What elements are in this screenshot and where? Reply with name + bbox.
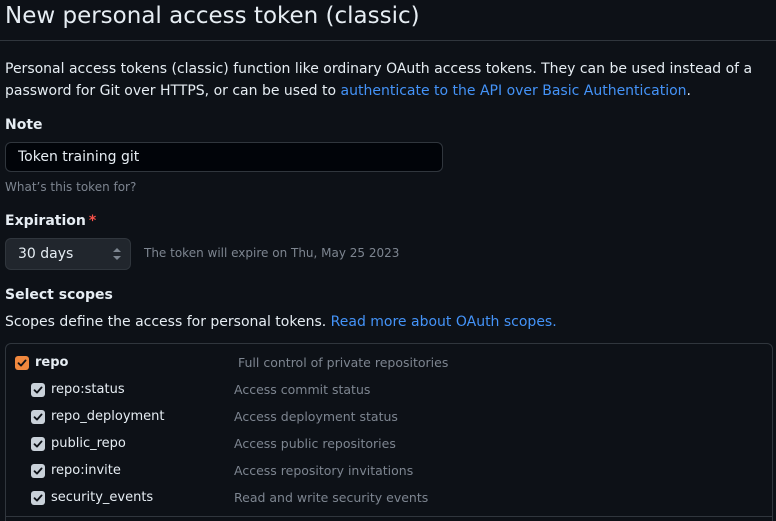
checkbox-icon[interactable] (31, 410, 45, 424)
scope-row-public-repo[interactable]: public_repo Access public repositories (31, 434, 771, 454)
expiration-label: Expiration * (5, 213, 96, 229)
expiration-label-text: Expiration (5, 213, 86, 229)
basic-auth-link[interactable]: authenticate to the API over Basic Authe… (341, 83, 687, 99)
checkbox-icon[interactable] (31, 491, 45, 505)
scope-name: public_repo (51, 436, 126, 451)
scope-row-repo[interactable]: repo Full control of private repositorie… (15, 353, 755, 373)
scope-row-repo-deployment[interactable]: repo_deployment Access deployment status (31, 407, 771, 427)
token-form-page: New personal access token (classic) Pers… (0, 0, 776, 521)
note-hint: What’s this token for? (5, 180, 137, 194)
expiration-select[interactable]: 30 days (5, 238, 131, 270)
scopes-description-text: Scopes define the access for personal to… (5, 314, 331, 330)
scope-group-divider (6, 516, 772, 517)
scope-row-security-events[interactable]: security_events Read and write security … (31, 488, 771, 508)
scope-name: repo_deployment (51, 409, 165, 424)
select-arrows-icon (113, 248, 121, 260)
page-title: New personal access token (classic) (5, 3, 420, 29)
checkbox-icon[interactable] (15, 356, 29, 370)
scope-description: Access deployment status (234, 409, 398, 424)
intro-end: . (686, 83, 691, 99)
required-asterisk: * (88, 213, 97, 229)
scope-name: repo (35, 355, 69, 370)
note-input[interactable] (5, 142, 443, 172)
scope-description: Access repository invitations (234, 463, 414, 478)
scopes-description: Scopes define the access for personal to… (5, 314, 557, 330)
checkbox-icon[interactable] (31, 437, 45, 451)
scope-description: Access public repositories (234, 436, 396, 451)
scope-description: Access commit status (234, 382, 371, 397)
scope-name: repo:invite (51, 463, 121, 478)
scope-row-repo-status[interactable]: repo:status Access commit status (31, 380, 771, 400)
scope-description: Full control of private repositories (238, 355, 449, 370)
scopes-heading: Select scopes (5, 287, 113, 303)
oauth-scopes-link[interactable]: Read more about OAuth scopes. (331, 314, 557, 330)
scopes-list: repo Full control of private repositorie… (5, 343, 773, 521)
scope-row-repo-invite[interactable]: repo:invite Access repository invitation… (31, 461, 771, 481)
scope-description: Read and write security events (234, 490, 429, 505)
expiration-selected-value: 30 days (18, 246, 74, 262)
checkbox-icon[interactable] (31, 464, 45, 478)
title-divider (0, 40, 776, 41)
note-label: Note (5, 117, 43, 133)
intro-paragraph: Personal access tokens (classic) functio… (5, 58, 775, 102)
checkbox-icon[interactable] (31, 383, 45, 397)
expiration-note: The token will expire on Thu, May 25 202… (144, 246, 400, 260)
scope-name: security_events (51, 490, 154, 505)
scope-name: repo:status (51, 382, 125, 397)
